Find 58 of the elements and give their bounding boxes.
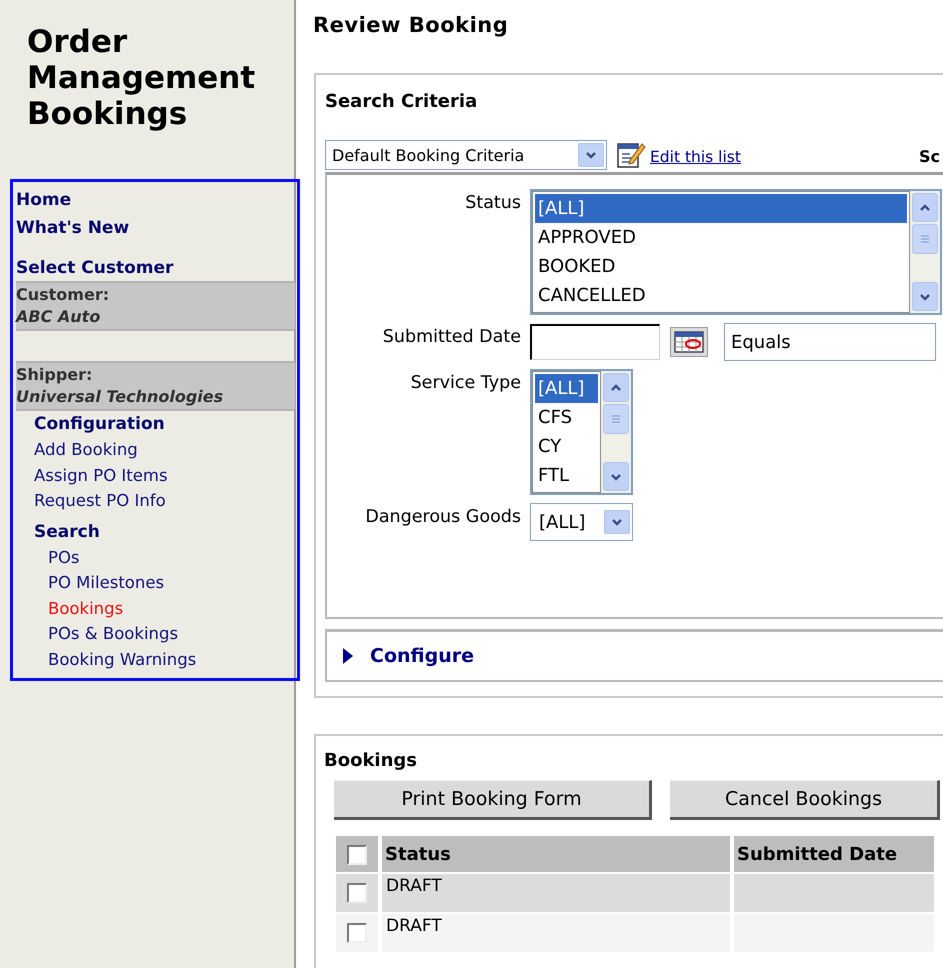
- context-label: Customer:: [16, 284, 110, 306]
- criteria-dropdown[interactable]: Default Booking Criteria: [325, 140, 607, 170]
- action-button[interactable]: Print Booking Form: [334, 780, 652, 820]
- column-header: Submitted Date: [734, 836, 934, 872]
- panel-title: Search Criteria: [325, 90, 478, 114]
- list-option[interactable]: APPROVED: [535, 223, 907, 252]
- list-option[interactable]: CY: [535, 432, 598, 461]
- list-option[interactable]: FTL: [535, 461, 598, 490]
- configure-toggle[interactable]: Configure: [327, 645, 474, 667]
- checkbox[interactable]: [347, 923, 367, 944]
- table-cell: DRAFT: [382, 874, 730, 912]
- action-button[interactable]: Cancel Bookings: [670, 780, 940, 820]
- context-label: Shipper:: [16, 364, 94, 386]
- menu-link[interactable]: PO Milestones: [48, 570, 295, 596]
- field-label: Submitted Date: [382, 326, 522, 349]
- field-label: Status: [464, 192, 522, 215]
- checkbox[interactable]: [347, 883, 367, 904]
- menu-link[interactable]: POs & Bookings: [48, 621, 295, 646]
- page-title: Review Booking: [313, 12, 510, 39]
- scrollbar[interactable]: [910, 191, 940, 313]
- table-cell: DRAFT: [382, 914, 730, 952]
- list-option[interactable]: BOOKED: [535, 252, 907, 281]
- menu-heading: Configuration: [34, 413, 166, 436]
- field-label: Dangerous Goods: [364, 506, 522, 529]
- context-value: ABC Auto: [16, 306, 102, 328]
- list-box[interactable]: [ALL] APPROVED BOOKED CANCELLED: [530, 189, 942, 315]
- dropdown[interactable]: [ALL]: [530, 503, 633, 541]
- calendar-icon: [674, 331, 704, 353]
- menu-heading: Search: [34, 520, 101, 544]
- column-label: Sc: [918, 146, 940, 166]
- menu-link[interactable]: POs: [48, 544, 295, 570]
- grip-icon: [611, 415, 621, 423]
- nav-link[interactable]: Home: [16, 186, 295, 214]
- menu-link[interactable]: Request PO Info: [34, 488, 295, 514]
- panel-title: Bookings: [324, 749, 418, 773]
- field-label: Service Type: [410, 372, 522, 395]
- operator-dropdown[interactable]: Equals: [724, 323, 936, 361]
- nav-link[interactable]: What's New: [16, 214, 295, 242]
- edit-list-link[interactable]: Edit this list: [650, 148, 741, 166]
- list-option[interactable]: CANCELLED: [535, 281, 907, 310]
- caret-right-icon: [341, 647, 355, 665]
- date-field[interactable]: [530, 324, 660, 360]
- column-header: Status: [382, 836, 730, 872]
- list-option[interactable]: [ALL]: [535, 194, 907, 223]
- calendar-button[interactable]: [670, 327, 708, 357]
- scrollbar[interactable]: [601, 371, 631, 493]
- menu-link[interactable]: Booking Warnings: [48, 646, 295, 672]
- grip-icon: [920, 235, 930, 243]
- menu-link[interactable]: Add Booking: [34, 437, 295, 462]
- nav-link[interactable]: Select Customer: [16, 255, 295, 281]
- list-option[interactable]: [ALL]: [535, 374, 598, 403]
- context-value: Universal Technologies: [16, 386, 224, 408]
- checkbox[interactable]: [347, 844, 367, 865]
- list-option[interactable]: CFS: [535, 403, 598, 432]
- list-box[interactable]: [ALL] CFS CY FTL: [530, 369, 633, 495]
- menu-link[interactable]: Assign PO Items: [34, 462, 295, 488]
- app-title: Order Management Bookings: [27, 24, 256, 132]
- menu-link[interactable]: Bookings: [48, 596, 295, 621]
